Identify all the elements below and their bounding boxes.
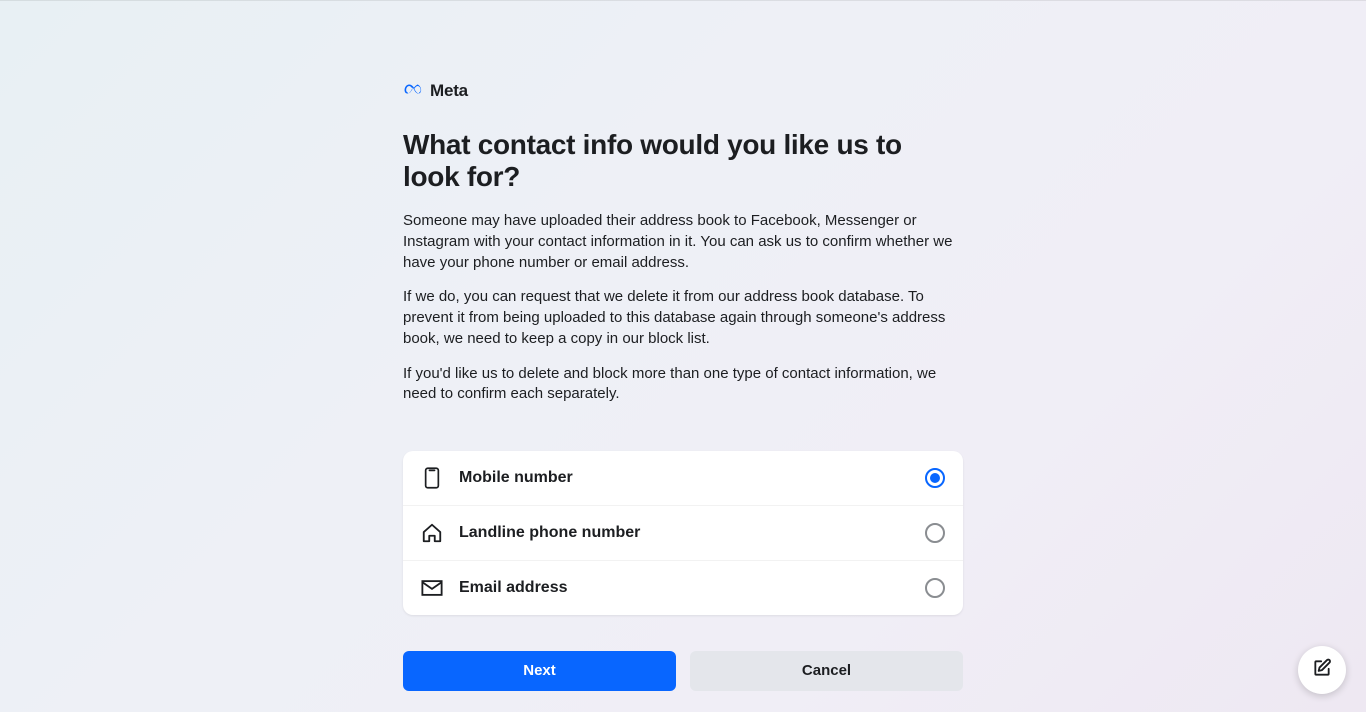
mobile-icon — [421, 467, 443, 489]
meta-infinity-icon — [403, 82, 425, 101]
radio-email[interactable] — [925, 578, 945, 598]
radio-landline[interactable] — [925, 523, 945, 543]
option-label: Landline phone number — [459, 524, 925, 542]
radio-mobile[interactable] — [925, 468, 945, 488]
description-para-2: If we do, you can request that we delete… — [403, 287, 963, 349]
option-label: Mobile number — [459, 469, 925, 487]
brand-name: Meta — [430, 81, 468, 101]
option-label: Email address — [459, 579, 925, 597]
contact-type-options: Mobile number Landline phone number Emai… — [403, 451, 963, 615]
email-icon — [421, 577, 443, 599]
edit-icon — [1312, 658, 1332, 683]
cancel-button[interactable]: Cancel — [690, 651, 963, 691]
home-icon — [421, 522, 443, 544]
action-buttons: Next Cancel — [403, 651, 963, 691]
option-mobile-number[interactable]: Mobile number — [403, 451, 963, 505]
next-button[interactable]: Next — [403, 651, 676, 691]
main-container: Meta What contact info would you like us… — [403, 1, 963, 691]
page-title: What contact info would you like us to l… — [403, 129, 963, 193]
description-para-3: If you'd like us to delete and block mor… — [403, 364, 963, 405]
compose-fab[interactable] — [1298, 646, 1346, 694]
description-para-1: Someone may have uploaded their address … — [403, 211, 963, 273]
option-email-address[interactable]: Email address — [403, 560, 963, 615]
brand-logo: Meta — [403, 81, 963, 101]
option-landline-number[interactable]: Landline phone number — [403, 505, 963, 560]
